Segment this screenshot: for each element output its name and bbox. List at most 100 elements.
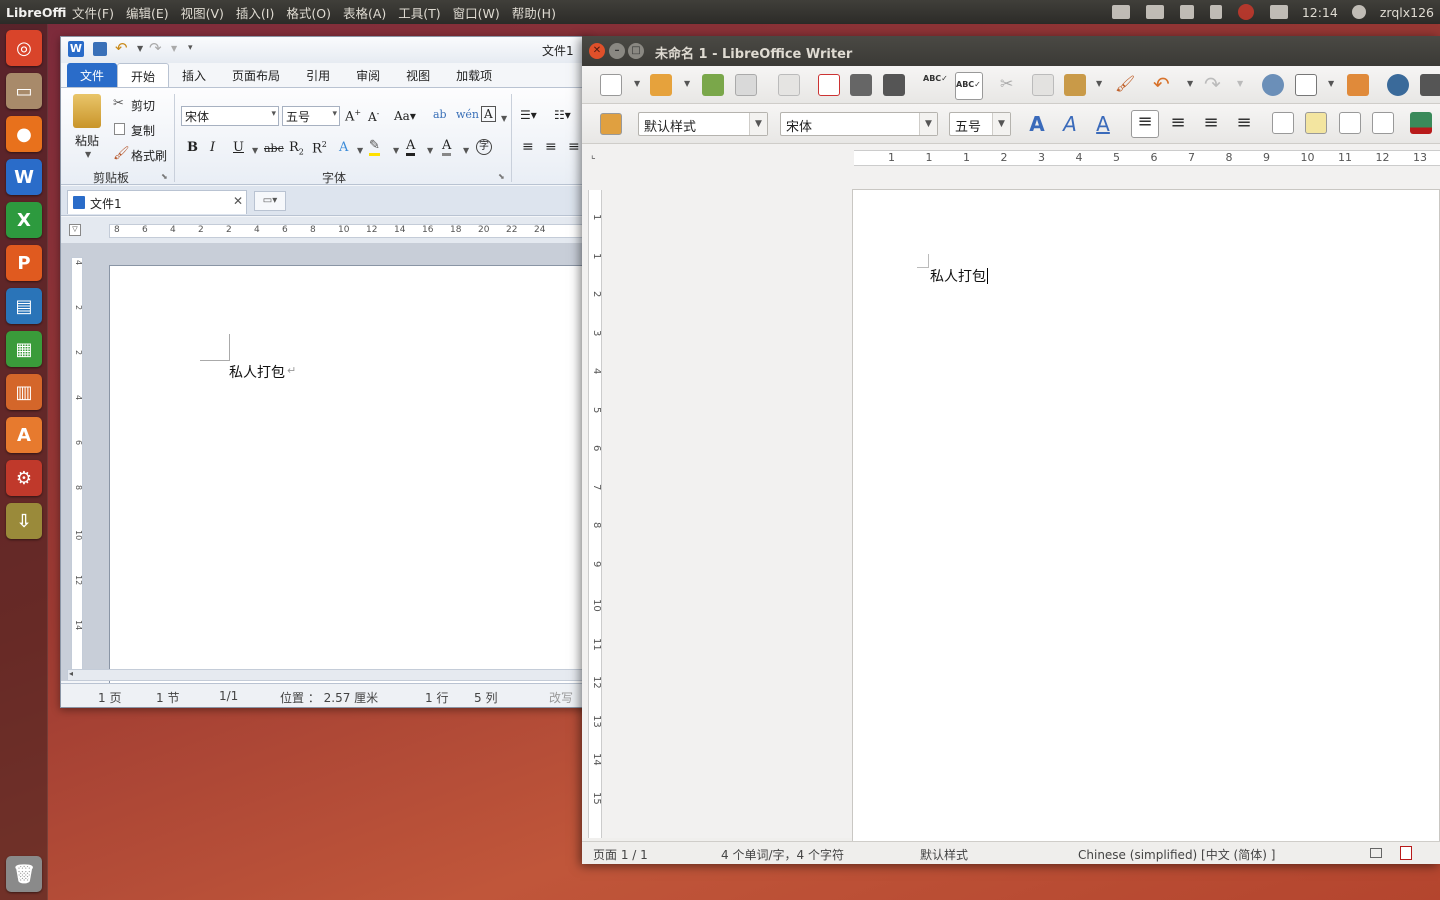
paste-dropdown-icon[interactable]: ▼ [1096,79,1102,88]
software-updater-icon[interactable]: ⇩ [6,503,42,539]
input-method-icon[interactable] [1237,4,1254,20]
cut-icon[interactable]: ✂ [1000,74,1022,96]
software-center-icon[interactable]: A [6,417,42,453]
calendar-icon[interactable] [1145,5,1164,19]
paste-icon[interactable] [73,94,101,128]
lo-status-page-style[interactable]: 默认样式 [920,846,968,863]
document-modified-icon[interactable] [1400,846,1412,860]
system-settings-icon[interactable]: ⚙ [6,460,42,496]
text-effect-icon[interactable]: A [481,106,496,122]
font-color-icon[interactable] [1410,112,1432,134]
redo-icon[interactable]: ↷ [149,39,162,57]
align-right-icon[interactable]: ≡ [568,139,580,155]
global-menu-item[interactable]: 文件(F) [72,6,114,21]
underline-button[interactable]: U [233,140,244,155]
lo-tab-stop-icon[interactable]: ⌞ [591,150,596,161]
font-name-combo[interactable]: 宋体 [181,106,279,126]
document-tab[interactable]: 文件1 ✕ [67,190,247,214]
text-glow-icon[interactable]: A [339,140,348,155]
ribbon-tab[interactable]: 引用 [293,63,343,87]
navigator-icon[interactable] [1387,74,1409,96]
maximize-window-icon[interactable]: □ [628,43,644,59]
ribbon-tab[interactable]: 插入 [169,63,219,87]
paste-button[interactable]: 粘贴 [75,132,99,149]
global-menu-item[interactable]: 视图(V) [181,6,224,21]
paragraph-style-combo[interactable]: 默认样式 ▼ [638,112,768,136]
global-menu-item[interactable]: 编辑(E) [126,6,169,21]
font-name-dropdown-icon[interactable]: ▼ [919,113,937,135]
gallery-icon[interactable] [1420,74,1440,96]
ribbon-tab[interactable]: 开始 [117,63,170,87]
clone-formatting-icon[interactable]: 🖌 [1115,74,1137,96]
lo-status-word-count[interactable]: 4 个单词/字，4 个字符 [721,846,844,863]
undo-dropdown-icon[interactable]: ▼ [1187,79,1193,88]
wps-presentation-icon[interactable]: P [6,245,42,281]
paragraph-style-dropdown-icon[interactable]: ▼ [749,113,767,135]
ribbon-tab[interactable]: 文件 [67,63,118,87]
print-icon[interactable] [850,74,872,96]
character-shading-icon[interactable]: A [442,138,452,156]
character-shading-dropdown-icon[interactable]: ▼ [463,146,469,155]
underline-icon[interactable]: A [1092,112,1114,136]
undo-dropdown-icon[interactable]: ▼ [137,44,143,53]
superscript-button[interactable]: R2 [312,140,327,156]
underline-dropdown-icon[interactable]: ▼ [252,146,258,155]
align-left-icon[interactable]: ≡ [1131,110,1159,138]
global-menu-item[interactable]: 窗口(W) [453,6,500,21]
auto-spellcheck-icon[interactable]: ABC✓ [955,72,983,100]
phonetic-guide-icon[interactable]: ab [433,108,447,121]
libreoffice-writer-icon[interactable]: ▤ [6,288,42,324]
undo-icon[interactable]: ↶ [1153,72,1175,96]
save-icon[interactable] [93,42,107,56]
global-menu-item[interactable]: 工具(T) [398,6,440,21]
font-size-dropdown-icon[interactable]: ▼ [992,113,1010,135]
print-preview-icon[interactable] [883,74,905,96]
lo-document-text[interactable]: 私人打包 [930,266,986,286]
paste-dropdown-icon[interactable]: ▼ [85,150,91,159]
subscript-button[interactable]: R2 [289,140,304,157]
font-name-combo[interactable]: 宋体 ▼ [780,112,938,136]
justify-icon[interactable]: ≡ [1233,112,1255,134]
close-window-icon[interactable]: ✕ [589,43,605,59]
session-gear-icon[interactable] [1351,5,1366,19]
new-document-icon[interactable] [600,74,622,96]
close-tab-icon[interactable]: ✕ [233,194,243,208]
styles-formatting-icon[interactable] [600,113,622,135]
edit-mode-icon[interactable] [778,74,800,96]
scroll-left-icon[interactable]: ◂ [69,669,73,678]
send-document-icon[interactable] [735,74,757,96]
font-size-combo[interactable]: 五号 [282,106,340,126]
global-menu-item[interactable]: 插入(I) [236,6,274,21]
files-icon[interactable]: ▭ [6,73,42,109]
enclosed-character-icon[interactable]: 字 [476,139,492,155]
libreoffice-calc-icon[interactable]: ▦ [6,331,42,367]
global-menu-item[interactable]: 帮助(H) [512,6,556,21]
tab-stop-selector-icon[interactable]: ▽ [69,224,81,236]
character-border-icon[interactable]: wén [456,108,479,121]
lo-status-language[interactable]: Chinese (simplified) [中文 (简体) ] [1078,846,1275,863]
minimize-window-icon[interactable]: – [609,43,625,59]
trash-icon[interactable]: 🗑 [6,856,42,892]
wps-writer-icon[interactable]: W [6,159,42,195]
paste-icon[interactable] [1064,74,1086,96]
keyboard-layout-icon[interactable] [1111,5,1130,19]
align-right-icon[interactable]: ≡ [1200,112,1222,134]
italic-icon[interactable]: A [1059,112,1081,136]
undo-icon[interactable]: ↶ [115,39,128,57]
volume-icon[interactable] [1269,5,1288,19]
redo-dropdown-icon[interactable]: ▼ [171,44,177,53]
open-folder-icon[interactable] [650,74,672,96]
text-glow-dropdown-icon[interactable]: ▼ [357,146,363,155]
text-effect-dropdown-icon[interactable]: ▼ [501,114,507,123]
wps-spreadsheet-icon[interactable]: X [6,202,42,238]
highlight-dropdown-icon[interactable]: ▼ [393,146,399,155]
increase-indent-icon[interactable] [1372,112,1394,134]
redo-icon[interactable]: ↷ [1204,72,1226,96]
view-layout-icon[interactable] [1370,848,1382,858]
format-painter-button[interactable]: 格式刷 [131,147,167,164]
font-size-combo[interactable]: 五号 ▼ [949,112,1011,136]
ribbon-tab[interactable]: 视图 [393,63,443,87]
show-draw-functions-icon[interactable] [1347,74,1369,96]
libreoffice-impress-icon[interactable]: ▥ [6,374,42,410]
align-center-icon[interactable]: ≡ [545,139,557,155]
